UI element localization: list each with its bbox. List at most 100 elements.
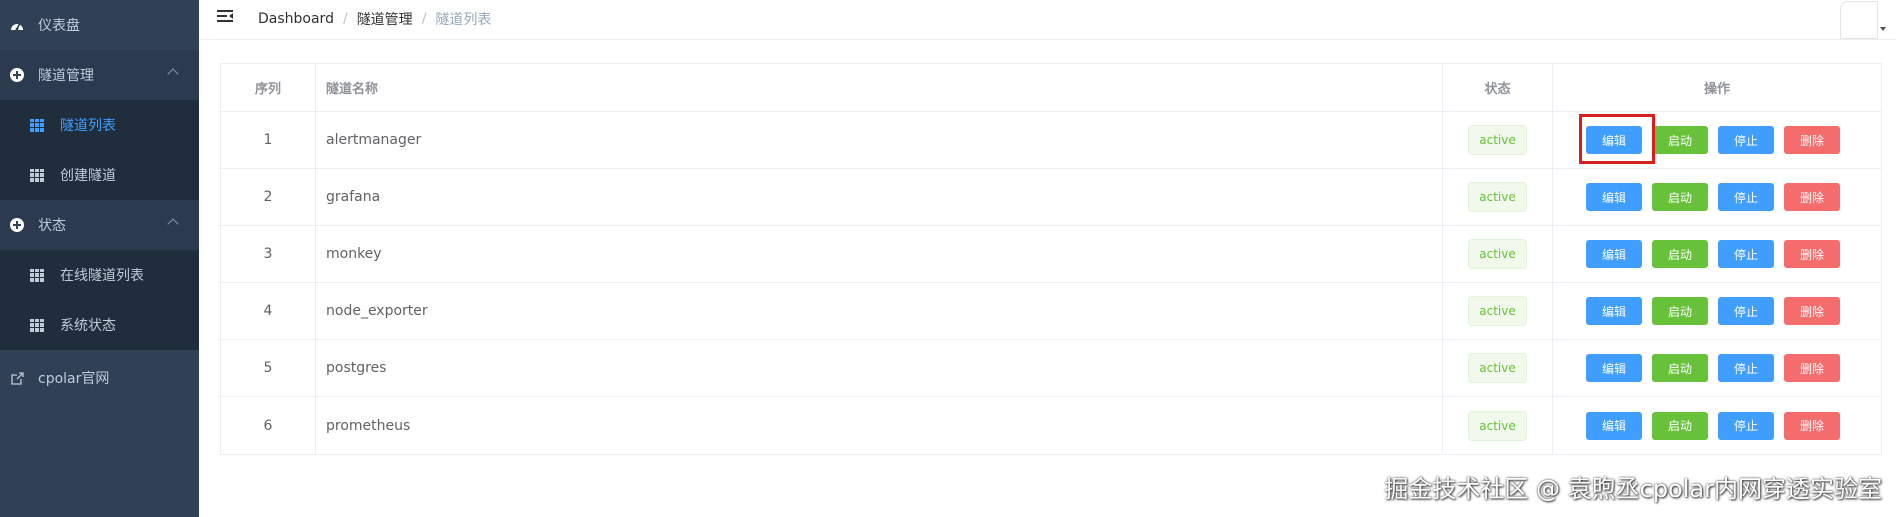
sidebar-item-dashboard[interactable]: 仪表盘 [0, 0, 199, 50]
table-row: 2 grafana active 编辑 启动 停止 删除 [221, 169, 1881, 226]
sidebar-item-online-tunnels[interactable]: 在线隧道列表 [0, 250, 199, 300]
status-cell: active [1443, 112, 1553, 168]
grid-icon [30, 268, 44, 282]
status-badge: active [1468, 353, 1527, 383]
delete-button[interactable]: 删除 [1784, 183, 1840, 211]
table-row: 6 prometheus active 编辑 启动 停止 删除 [221, 397, 1881, 454]
row-index: 1 [221, 112, 316, 168]
stop-button[interactable]: 停止 [1718, 354, 1774, 382]
status-badge: active [1468, 239, 1527, 269]
delete-button[interactable]: 删除 [1784, 126, 1840, 154]
table-row: 1 alertmanager active 编辑 启动 停止 删除 [221, 112, 1881, 169]
sidebar-item-create-tunnel[interactable]: 创建隧道 [0, 150, 199, 200]
submenu-tunnels: 隧道列表 创建隧道 [0, 100, 199, 200]
table-row: 4 node_exporter active 编辑 启动 停止 删除 [221, 283, 1881, 340]
sidebar: 仪表盘 隧道管理 隧道列表 创建隧道 状态 在线隧道列表 系统状态 cpolar… [0, 0, 199, 517]
edit-button[interactable]: 编辑 [1586, 183, 1642, 211]
plus-circle-icon [10, 68, 24, 82]
status-cell: active [1443, 340, 1553, 396]
start-button[interactable]: 启动 [1652, 240, 1708, 268]
start-button[interactable]: 启动 [1652, 354, 1708, 382]
row-index: 3 [221, 226, 316, 282]
grid-icon [30, 318, 44, 332]
sidebar-item-label: 仪表盘 [38, 18, 80, 34]
external-link-icon [10, 371, 24, 385]
caret-down-icon [1880, 27, 1886, 31]
table-row: 5 postgres active 编辑 启动 停止 删除 [221, 340, 1881, 397]
start-button[interactable]: 启动 [1652, 411, 1708, 440]
column-header-index: 序列 [221, 64, 316, 111]
delete-button[interactable]: 删除 [1784, 240, 1840, 268]
tunnel-name: prometheus [316, 397, 1443, 454]
sidebar-item-label: 创建隧道 [60, 168, 116, 184]
edit-button[interactable]: 编辑 [1586, 297, 1642, 325]
ops-cell: 编辑 启动 停止 删除 [1553, 112, 1881, 168]
delete-button[interactable]: 删除 [1784, 297, 1840, 325]
table-header: 序列 隧道名称 状态 操作 [221, 64, 1881, 112]
row-index: 4 [221, 283, 316, 339]
status-cell: active [1443, 283, 1553, 339]
grid-icon [30, 168, 44, 182]
breadcrumb-dashboard[interactable]: Dashboard [258, 11, 334, 27]
ops-cell: 编辑 启动 停止 删除 [1553, 169, 1881, 225]
sidebar-submenu-status[interactable]: 状态 [0, 200, 199, 250]
column-header-ops: 操作 [1703, 82, 1730, 97]
hamburger-icon[interactable] [217, 10, 233, 24]
tunnel-name: grafana [316, 169, 1443, 225]
column-header-status: 状态 [1443, 64, 1553, 111]
ops-cell: 编辑 启动 停止 删除 [1553, 226, 1881, 282]
avatar[interactable] [1840, 1, 1878, 39]
breadcrumb-separator: / [342, 11, 348, 27]
watermark: 掘金技术社区 @ 袁煦丞cpolar内网穿透实验室 [1384, 475, 1882, 503]
start-button[interactable]: 启动 [1652, 183, 1708, 211]
sidebar-item-label: cpolar官网 [38, 371, 110, 387]
status-badge: active [1468, 410, 1527, 441]
chevron-up-icon [167, 68, 179, 80]
edit-button[interactable]: 编辑 [1586, 411, 1642, 440]
breadcrumb: Dashboard / 隧道管理 / 隧道列表 [258, 9, 491, 29]
delete-button[interactable]: 删除 [1784, 354, 1840, 382]
stop-button[interactable]: 停止 [1718, 183, 1774, 211]
row-index: 6 [221, 397, 316, 454]
start-button[interactable]: 启动 [1652, 126, 1708, 154]
sidebar-item-label: 在线隧道列表 [60, 268, 144, 284]
edit-button[interactable]: 编辑 [1586, 126, 1642, 154]
ops-cell: 编辑 启动 停止 删除 [1553, 397, 1881, 454]
edit-button[interactable]: 编辑 [1586, 240, 1642, 268]
sidebar-item-label: 系统状态 [60, 318, 116, 334]
ops-cell: 编辑 启动 停止 删除 [1553, 340, 1881, 396]
status-badge: active [1468, 182, 1527, 212]
stop-button[interactable]: 停止 [1718, 126, 1774, 154]
delete-button[interactable]: 删除 [1784, 411, 1840, 440]
edit-button[interactable]: 编辑 [1586, 354, 1642, 382]
status-badge: active [1468, 125, 1527, 155]
table-row: 3 monkey active 编辑 启动 停止 删除 [221, 226, 1881, 283]
ops-cell: 编辑 启动 停止 删除 [1553, 283, 1881, 339]
start-button[interactable]: 启动 [1652, 297, 1708, 325]
sidebar-item-tunnel-list[interactable]: 隧道列表 [0, 100, 199, 150]
sidebar-item-label: 状态 [38, 218, 66, 234]
tunnel-name: node_exporter [316, 283, 1443, 339]
tunnel-table: 序列 隧道名称 状态 操作 1 alertmanager active 编辑 启… [220, 63, 1882, 455]
column-header-name: 隧道名称 [316, 64, 1443, 111]
tunnel-name: postgres [316, 340, 1443, 396]
status-cell: active [1443, 226, 1553, 282]
row-index: 5 [221, 340, 316, 396]
dashboard-icon [10, 18, 24, 32]
breadcrumb-current: 隧道列表 [435, 12, 492, 28]
status-cell: active [1443, 397, 1553, 454]
breadcrumb-tunnel-management: 隧道管理 [356, 12, 413, 28]
sidebar-item-label: 隧道管理 [38, 68, 94, 84]
sidebar-item-system-status[interactable]: 系统状态 [0, 300, 199, 350]
user-menu[interactable] [1840, 1, 1886, 39]
stop-button[interactable]: 停止 [1718, 411, 1774, 440]
sidebar-item-label: 隧道列表 [60, 118, 116, 134]
stop-button[interactable]: 停止 [1718, 240, 1774, 268]
navbar: Dashboard / 隧道管理 / 隧道列表 [199, 0, 1896, 40]
submenu-status: 在线隧道列表 系统状态 [0, 250, 199, 350]
sidebar-item-cpolar-site[interactable]: cpolar官网 [0, 350, 199, 406]
tunnel-name: alertmanager [316, 112, 1443, 168]
sidebar-submenu-tunnel-management[interactable]: 隧道管理 [0, 50, 199, 100]
stop-button[interactable]: 停止 [1718, 297, 1774, 325]
status-badge: active [1468, 296, 1527, 326]
